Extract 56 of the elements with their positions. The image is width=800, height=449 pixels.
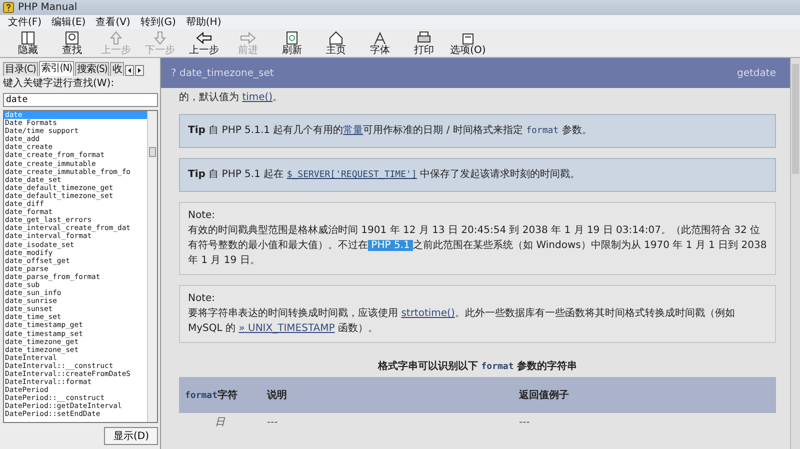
tip-text: Tip 自 PHP 5.1 起在 $_SERVER['REQUEST_TIME'] 中保存了发起该请求时刻的时间戳。 bbox=[188, 168, 582, 182]
find-icon bbox=[64, 30, 80, 44]
toolbar-button[interactable]: 字体 bbox=[360, 29, 400, 57]
link[interactable]: time() bbox=[242, 92, 273, 103]
menu-item[interactable]: 帮助(H) bbox=[186, 15, 222, 29]
options-icon bbox=[460, 30, 476, 44]
display-button[interactable]: 显示(D) bbox=[104, 427, 158, 445]
paragraph: 的，默认值为 time()。 bbox=[179, 92, 284, 104]
sidebar-tab[interactable]: 索引(N) bbox=[38, 61, 74, 76]
window-title: PHP Manual bbox=[18, 2, 78, 13]
menu-item[interactable]: 查看(V) bbox=[96, 15, 130, 29]
search-label: 键入关键字进行查找(W): bbox=[3, 78, 116, 90]
toolbar-button[interactable]: 打印 bbox=[404, 29, 444, 57]
up-icon bbox=[108, 30, 124, 44]
column-header: format字符 bbox=[179, 377, 261, 413]
scroll-thumb[interactable] bbox=[149, 147, 156, 157]
menu-item[interactable]: 文件(F) bbox=[8, 15, 42, 29]
column-header: 返回值例子 bbox=[513, 377, 776, 413]
down-icon bbox=[152, 30, 168, 44]
toolbar-button[interactable]: 隐藏 bbox=[8, 29, 48, 57]
menu-item[interactable]: 转到(G) bbox=[140, 15, 176, 29]
column-header: 说明 bbox=[261, 377, 513, 413]
toolbar-button[interactable]: 选项(O) bbox=[448, 29, 488, 57]
print-icon bbox=[416, 30, 432, 44]
scrollbar[interactable] bbox=[790, 58, 800, 449]
back-icon bbox=[196, 30, 212, 44]
link[interactable]: 常量 bbox=[343, 125, 364, 136]
toolbar-button[interactable]: 查找 bbox=[52, 29, 92, 57]
font-icon bbox=[372, 30, 388, 44]
toolbar-button[interactable]: 主页 bbox=[316, 29, 356, 57]
sidebar-tab[interactable]: 搜索(S) bbox=[75, 62, 110, 76]
toolbar-button[interactable]: 上一步 bbox=[184, 29, 224, 57]
scrollbar[interactable] bbox=[147, 111, 157, 422]
menu-item[interactable]: 编辑(E) bbox=[52, 15, 86, 29]
link[interactable]: » UNIX_TIMESTAMP bbox=[238, 323, 335, 334]
scroll-thumb[interactable] bbox=[792, 64, 799, 174]
refresh-icon bbox=[284, 30, 300, 44]
tip-text: Tip 自 PHP 5.1.1 起有几个有用的常量可用作标准的日期 / 时间格式来指定 format 参数。 bbox=[188, 124, 593, 138]
note-title: Note: bbox=[188, 292, 216, 306]
scroll-right-icon[interactable] bbox=[134, 65, 144, 76]
keyword-field[interactable]: date bbox=[3, 93, 158, 107]
link[interactable]: $_SERVER['REQUEST_TIME'] bbox=[286, 170, 417, 180]
toolbar-button[interactable]: 刷新 bbox=[272, 29, 312, 57]
sidebar-tab[interactable]: 目录(C) bbox=[3, 62, 38, 76]
forward-icon bbox=[240, 30, 256, 44]
link[interactable]: strtotime() bbox=[401, 308, 455, 319]
table-cell: 日 bbox=[179, 413, 261, 431]
hide-icon bbox=[20, 30, 36, 44]
scroll-left-icon[interactable] bbox=[124, 65, 134, 76]
note-title: Note: bbox=[188, 209, 216, 223]
table-caption: 格式字串可以识别以下 format 参数的字符串 bbox=[376, 359, 578, 373]
table-cell: --- bbox=[513, 413, 776, 431]
table-cell: --- bbox=[261, 413, 513, 431]
note-text: 要将字符串表达的时间转换成时间戳，应该使用 strtotime()。此外一些数据库有一些函数将其时间格式转换成时间戳（例如 MySQL 的 » UNIX_TIMESTAMP 函数）。 bbox=[188, 306, 736, 336]
sidebar-tab[interactable]: 收 bbox=[110, 62, 124, 76]
note-text: 有效的时间戳典型范围是格林威治时间 1901 年 12 月 13 日 20:45:54 到 2038 年 1 月 19 日 03:14:07。（此范围符合 32 位有符号整数的最小值和最大值）。不过在 PHP 5.1 之前此范围在某些系统（如 Windows）中限制为从 1970 年 1 月 1 日到 2038 年 1 月 19 日。 bbox=[188, 224, 767, 268]
